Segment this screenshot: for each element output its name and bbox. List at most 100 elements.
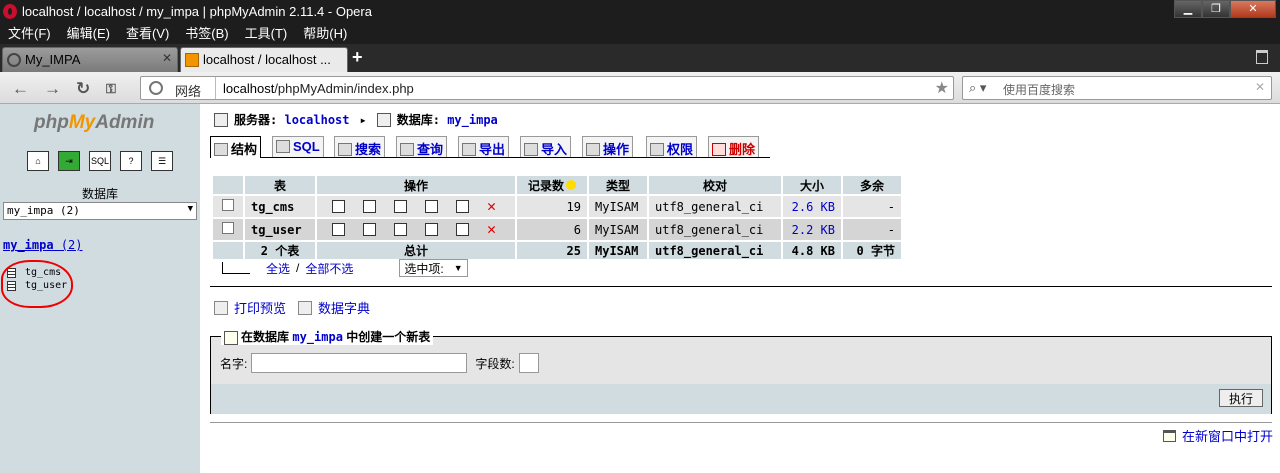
query-icon (400, 143, 414, 156)
menu-view[interactable]: 查看(V) (126, 24, 169, 44)
breadcrumb-server-link[interactable]: localhost (284, 113, 349, 127)
address-url[interactable]: localhost/phpMyAdmin/index.php (223, 81, 414, 96)
total-overhead: 0 字节 (843, 242, 901, 259)
table-row: tg_user ✕ 6 MyISAM utf8_general_ci 2.2 K… (213, 219, 901, 240)
database-link-count: (2) (60, 238, 83, 252)
exit-icon[interactable]: ⇥ (58, 151, 80, 171)
row-records: 19 (517, 196, 587, 217)
opera-logo-icon (3, 4, 17, 19)
database-link[interactable]: my_impa (2) (3, 238, 83, 252)
tab-export[interactable]: 导出 (458, 136, 510, 157)
search-placeholder: 使用百度搜索 (1003, 83, 1076, 97)
divider (210, 286, 1272, 287)
logo-admin: Admin (95, 112, 155, 133)
database-link-name: my_impa (3, 238, 54, 252)
home-icon[interactable]: ⌂ (27, 151, 49, 171)
menu-tools[interactable]: 工具(T) (245, 24, 288, 44)
key-icon[interactable]: ⚿ (106, 81, 116, 97)
export-icon (462, 143, 476, 156)
structure-icon[interactable] (363, 200, 376, 213)
back-arrow-icon[interactable]: ← (12, 79, 29, 99)
row-actions: ✕ (317, 219, 515, 240)
go-button[interactable]: 执行 (1219, 389, 1263, 407)
menu-bookmarks[interactable]: 书签(B) (185, 24, 228, 44)
field-count-input[interactable] (518, 353, 539, 373)
row-table-name[interactable]: tg_user (245, 219, 315, 240)
tab-operations[interactable]: 操作 (582, 136, 634, 157)
clear-search-icon[interactable]: ✕ (1255, 80, 1265, 94)
structure-icon[interactable] (363, 223, 376, 236)
row-checkbox[interactable] (222, 222, 234, 234)
header-records-label: 记录数 (527, 178, 564, 193)
row-actions: ✕ (317, 196, 515, 217)
menu-help[interactable]: 帮助(H) (303, 24, 347, 44)
help-icon[interactable]: ? (120, 151, 142, 171)
empty-icon[interactable] (456, 223, 469, 236)
tab-query[interactable]: 查询 (396, 136, 448, 157)
tab-import[interactable]: 导入 (520, 136, 572, 157)
minimize-button[interactable]: ▁ (1174, 0, 1202, 18)
empty-icon[interactable] (456, 200, 469, 213)
bookmark-star-icon[interactable]: ★ (935, 78, 949, 98)
chevron-down-icon: ▼ (187, 204, 193, 214)
print-view-link[interactable]: 打印预览 (234, 298, 286, 317)
tab-sql[interactable]: SQL (272, 136, 324, 157)
new-window-icon (1163, 429, 1176, 442)
maximize-button[interactable]: ❐ (1202, 0, 1230, 18)
insert-icon[interactable] (425, 200, 438, 213)
search-field[interactable]: ⌕ ▾ 使用百度搜索 ✕ (962, 76, 1272, 100)
header-records[interactable]: 记录数 (517, 176, 587, 194)
database-select[interactable]: my_impa (2) ▼ (3, 202, 197, 220)
total-collation: utf8_general_ci (649, 242, 781, 259)
docs-icon[interactable]: ☰ (151, 151, 173, 171)
address-field[interactable]: 网络 localhost/phpMyAdmin/index.php ★ (140, 76, 954, 100)
row-size[interactable]: 2.6 KB (783, 196, 841, 217)
browse-icon[interactable] (332, 223, 345, 236)
search-icon[interactable] (394, 200, 407, 213)
forward-arrow-icon[interactable]: → (44, 79, 61, 99)
drop-icon[interactable]: ✕ (487, 199, 500, 214)
phpmyadmin-logo[interactable]: phpMyAdmin (34, 112, 154, 134)
database-icon (376, 112, 391, 127)
insert-icon[interactable] (425, 223, 438, 236)
uncheck-all-link[interactable]: 全部不选 (305, 260, 353, 277)
data-dictionary-link[interactable]: 数据字典 (318, 298, 370, 317)
sql-query-icon[interactable]: SQL (89, 151, 111, 171)
row-table-name[interactable]: tg_cms (245, 196, 315, 217)
table-name-input[interactable] (251, 353, 468, 373)
search-icon[interactable] (394, 223, 407, 236)
tools-links: 打印预览 数据字典 (214, 298, 382, 317)
search-icon[interactable]: ⌕ ▾ (969, 80, 986, 96)
wrench-icon (586, 143, 600, 156)
close-window-button[interactable]: ✕ (1230, 0, 1276, 18)
menu-file[interactable]: 文件(F) (8, 24, 51, 44)
browser-tab-my-impa[interactable]: My_IMPA ✕ (2, 47, 178, 72)
open-new-window-link[interactable]: 在新窗口中打开 (1163, 426, 1273, 445)
main-content-frame: 服务器: localhost ▸ 数据库: my_impa 结构 SQL 搜索 … (200, 104, 1280, 473)
new-table-icon (224, 330, 238, 345)
trash-icon[interactable] (1256, 50, 1268, 64)
page-globe-icon (7, 53, 21, 67)
menu-edit[interactable]: 编辑(E) (67, 24, 110, 44)
close-tab-icon[interactable]: ✕ (162, 51, 172, 65)
tab-label: 结构 (231, 142, 258, 157)
breadcrumb-arrow-icon: ▸ (359, 112, 367, 127)
browse-icon[interactable] (332, 200, 345, 213)
window-titlebar: localhost / localhost / my_impa | phpMyA… (0, 0, 1280, 24)
tab-search[interactable]: 搜索 (334, 136, 386, 157)
drop-icon[interactable]: ✕ (487, 222, 500, 237)
help-bulb-icon[interactable] (566, 179, 576, 190)
tab-privileges[interactable]: 权限 (646, 136, 698, 157)
url-host: localhost (223, 81, 275, 96)
with-selected-dropdown[interactable]: 选中项: ▼ (399, 259, 468, 277)
breadcrumb-db-link[interactable]: my_impa (447, 113, 498, 127)
check-all-link[interactable]: 全选 (266, 260, 290, 277)
new-tab-button[interactable]: + (352, 47, 363, 68)
row-size[interactable]: 2.2 KB (783, 219, 841, 240)
reload-icon[interactable]: ↻ (76, 79, 90, 99)
browser-tab-localhost[interactable]: localhost / localhost ... (180, 47, 348, 72)
table-name-label: 名字: (220, 356, 248, 371)
tab-drop[interactable]: 删除 (708, 136, 760, 157)
row-checkbox[interactable] (222, 199, 234, 211)
tab-structure[interactable]: 结构 (210, 136, 262, 158)
